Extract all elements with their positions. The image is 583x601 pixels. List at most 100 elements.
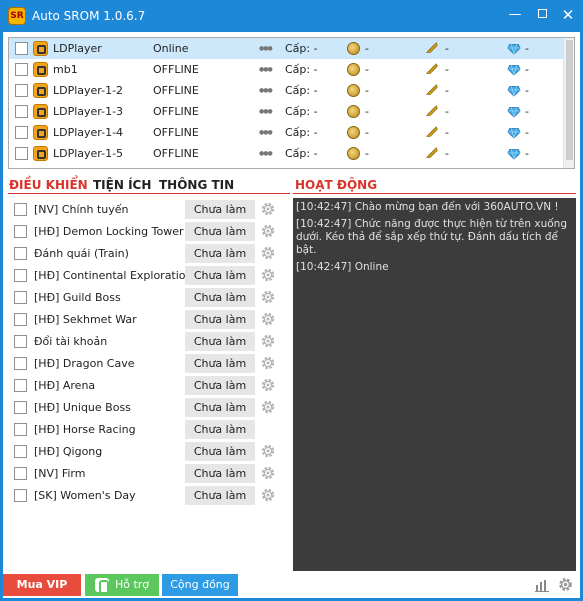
task-checkbox[interactable] (14, 445, 27, 458)
more-dots-icon[interactable]: ●●● (259, 108, 273, 115)
task-status-button[interactable]: Chưa làm (185, 420, 255, 439)
gem-icon (507, 65, 521, 76)
task-checkbox[interactable] (14, 247, 27, 260)
task-checkbox[interactable] (14, 269, 27, 282)
task-status-button[interactable]: Chưa làm (185, 354, 255, 373)
app-logo-icon: SR (8, 7, 26, 25)
task-checkbox[interactable] (14, 225, 27, 238)
device-list[interactable]: LDPlayer-1-5 OFFLINE ●●● Cấp: - - - - LDPlayer-… (8, 37, 575, 169)
task-settings-gear-icon[interactable] (260, 267, 276, 283)
device-level: Cấp: - (285, 42, 318, 55)
device-row[interactable]: LDPlayer-1-3 OFFLINE ●●● Cấp: - - - - (9, 101, 564, 122)
task-settings-gear-icon[interactable] (260, 223, 276, 239)
tab-tien-ich[interactable]: TIỆN ÍCH (93, 178, 151, 192)
task-settings-gear-icon[interactable] (260, 355, 276, 371)
minimize-button[interactable]: — (503, 4, 527, 26)
task-name: [HĐ] Arena (34, 379, 96, 392)
buy-vip-button[interactable]: Mua VIP (3, 574, 81, 596)
task-settings-gear-icon[interactable] (260, 333, 276, 349)
more-dots-icon[interactable]: ●●● (259, 87, 273, 94)
task-status-button[interactable]: Chưa làm (185, 222, 255, 241)
device-row[interactable]: LDPlayer Online ●●● Cấp: - - - - (9, 38, 564, 59)
task-status-button[interactable]: Chưa làm (185, 266, 255, 285)
device-row[interactable]: LDPlayer-1-2 OFFLINE ●●● Cấp: - - - - (9, 80, 564, 101)
close-button[interactable]: ✕ (556, 4, 580, 26)
device-row[interactable]: mb1 OFFLINE ●●● Cấp: - - - - (9, 59, 564, 80)
task-settings-gear-icon[interactable] (260, 465, 276, 481)
device-checkbox[interactable] (15, 105, 28, 118)
device-checkbox[interactable] (15, 42, 28, 55)
more-dots-icon[interactable]: ●●● (259, 150, 273, 157)
task-name: [HĐ] Unique Boss (34, 401, 131, 414)
task-row[interactable]: [HĐ] Continental Exploration Chưa làm (8, 265, 290, 287)
task-checkbox[interactable] (14, 357, 27, 370)
more-dots-icon[interactable]: ●●● (259, 129, 273, 136)
task-status-button[interactable]: Chưa làm (185, 200, 255, 219)
device-checkbox[interactable] (15, 126, 28, 139)
task-settings-gear-icon[interactable] (260, 377, 276, 393)
maximize-button[interactable] (530, 4, 554, 26)
task-checkbox[interactable] (14, 423, 27, 436)
task-settings-gear-icon[interactable] (260, 201, 276, 217)
task-row[interactable]: [HĐ] Unique Boss Chưa làm (8, 397, 290, 419)
task-settings-gear-icon[interactable] (260, 289, 276, 305)
task-row[interactable]: [HĐ] Qigong Chưa làm (8, 441, 290, 463)
device-row[interactable]: LDPlayer-1-5 OFFLINE ●●● Cấp: - - - - (9, 143, 564, 164)
task-checkbox[interactable] (14, 335, 27, 348)
task-checkbox[interactable] (14, 203, 27, 216)
task-settings-gear-icon[interactable] (260, 245, 276, 261)
task-name: [HĐ] Horse Racing (34, 423, 136, 436)
task-name: [HĐ] Guild Boss (34, 291, 121, 304)
task-status-button[interactable]: Chưa làm (185, 398, 255, 417)
task-checkbox[interactable] (14, 291, 27, 304)
more-dots-icon[interactable]: ●●● (259, 45, 273, 52)
task-status-button[interactable]: Chưa làm (185, 442, 255, 461)
settings-gear-icon[interactable] (557, 576, 574, 593)
device-list-scrollbar[interactable] (563, 38, 574, 168)
phone-icon (94, 578, 109, 594)
task-settings-gear-icon[interactable] (260, 487, 276, 503)
task-row[interactable]: [SK] Women's Day Chưa làm (8, 485, 290, 507)
task-checkbox[interactable] (14, 401, 27, 414)
more-dots-icon[interactable]: ●●● (259, 66, 273, 73)
task-status-button[interactable]: Chưa làm (185, 244, 255, 263)
task-row[interactable]: [NV] Firm Chưa làm (8, 463, 290, 485)
device-row[interactable]: LDPlayer-1-4 OFFLINE ●●● Cấp: - - - - (9, 122, 564, 143)
title-bar[interactable]: SR Auto SROM 1.0.6.7 — ✕ (0, 0, 583, 32)
community-button[interactable]: Cộng đồng (162, 574, 238, 596)
device-checkbox[interactable] (15, 63, 28, 76)
task-checkbox[interactable] (14, 313, 27, 326)
gem-icon (507, 128, 521, 139)
task-row[interactable]: [HĐ] Demon Locking Tower Chưa làm (8, 221, 290, 243)
support-button[interactable]: Hỗ trợ (85, 574, 159, 596)
gem-icon (507, 149, 521, 160)
task-row[interactable]: [HĐ] Sekhmet War Chưa làm (8, 309, 290, 331)
task-status-button[interactable]: Chưa làm (185, 288, 255, 307)
task-status-button[interactable]: Chưa làm (185, 486, 255, 505)
task-row[interactable]: [HĐ] Dragon Cave Chưa làm (8, 353, 290, 375)
task-row[interactable]: Đổi tài khoản Chưa làm (8, 331, 290, 353)
task-status-button[interactable]: Chưa làm (185, 376, 255, 395)
task-row[interactable]: Đánh quái (Train) Chưa làm (8, 243, 290, 265)
task-status-button[interactable]: Chưa làm (185, 310, 255, 329)
device-checkbox[interactable] (15, 84, 28, 97)
task-settings-gear-icon[interactable] (260, 443, 276, 459)
tab-dieu-khien[interactable]: ĐIỀU KHIỂN (9, 178, 88, 192)
task-row[interactable]: [NV] Chính tuyến Chưa làm (8, 199, 290, 221)
task-checkbox[interactable] (14, 379, 27, 392)
log-line: [10:42:47] Chào mừng bạn đến với 360AUTO… (296, 201, 559, 213)
scrollbar-thumb[interactable] (566, 40, 573, 160)
task-checkbox[interactable] (14, 489, 27, 502)
task-status-button[interactable]: Chưa làm (185, 332, 255, 351)
task-row[interactable]: [HĐ] Guild Boss Chưa làm (8, 287, 290, 309)
task-row[interactable]: [HĐ] Arena Chưa làm (8, 375, 290, 397)
tab-thong-tin[interactable]: THÔNG TIN (159, 178, 234, 192)
task-status-button[interactable]: Chưa làm (185, 464, 255, 483)
task-settings-gear-icon[interactable] (260, 311, 276, 327)
bar-chart-icon[interactable] (535, 578, 549, 592)
device-wing: - (445, 84, 449, 97)
task-settings-gear-icon[interactable] (260, 399, 276, 415)
task-checkbox[interactable] (14, 467, 27, 480)
task-row[interactable]: [HĐ] Horse Racing Chưa làm (8, 419, 290, 441)
device-checkbox[interactable] (15, 147, 28, 160)
